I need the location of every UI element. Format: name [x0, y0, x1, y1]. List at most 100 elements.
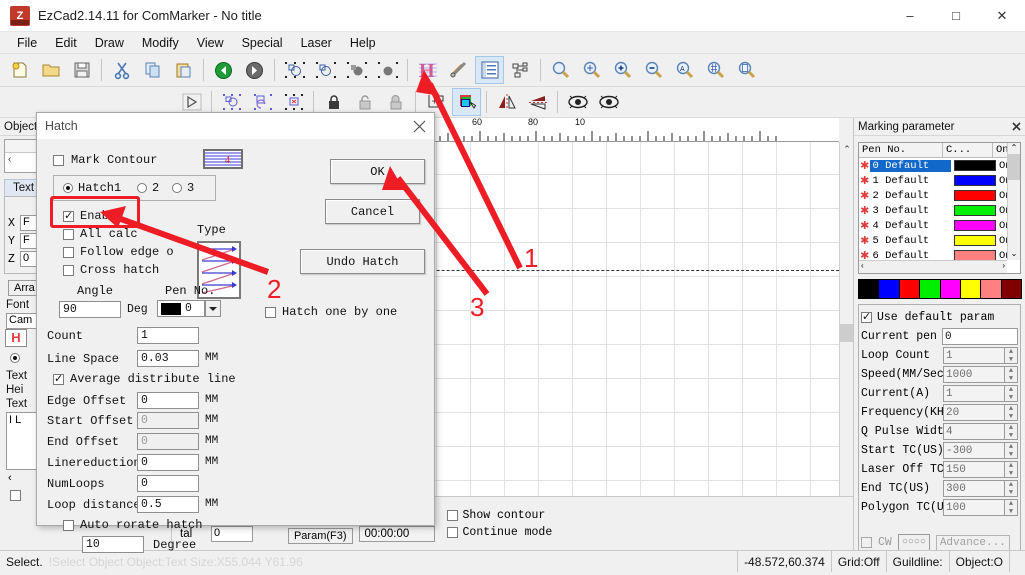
spinner-icon[interactable]: ▲▼ [1005, 385, 1018, 402]
hatch1-radio-row[interactable]: Hatch1 [63, 181, 121, 195]
pen-color-swatch[interactable] [954, 220, 996, 231]
hatch-one-by-one-checkbox[interactable] [265, 307, 276, 318]
total-count-input[interactable]: 0 [211, 526, 253, 542]
end-offset-input[interactable]: 0 [137, 433, 199, 450]
zoom-in-icon[interactable] [608, 56, 637, 84]
table-row[interactable]: ✱ 1 Default On [859, 173, 1020, 188]
close-button[interactable]: ✕ [979, 0, 1025, 31]
redo-icon[interactable] [240, 56, 269, 84]
param-end-tc[interactable]: End TC(US) 300 ▲▼ [861, 479, 1018, 498]
menu-draw[interactable]: Draw [86, 34, 133, 52]
loop-distance-input[interactable]: 0.5 [137, 496, 199, 513]
zoom-icon[interactable] [546, 56, 575, 84]
continue-mode-checkbox[interactable] [447, 527, 458, 538]
menu-special[interactable]: Special [233, 34, 292, 52]
text-mode-radio[interactable] [10, 353, 20, 363]
pen-vscroll-thumb[interactable] [1008, 154, 1020, 180]
advance-button[interactable]: Advance... [936, 535, 1010, 551]
zoom-pan-icon[interactable] [577, 56, 606, 84]
param-speed[interactable]: Speed(MM/Second 1000 ▲▼ [861, 365, 1018, 384]
use-default-param-row[interactable]: Use default param [861, 308, 1018, 327]
spinner-icon[interactable]: ▲▼ [1005, 499, 1018, 516]
show-contour-checkbox[interactable] [447, 510, 458, 521]
param-frequency[interactable]: Frequency(KHz) 20 ▲▼ [861, 403, 1018, 422]
spinner-icon[interactable]: ▲▼ [1005, 442, 1018, 459]
param-value[interactable]: 1000 [943, 366, 1005, 383]
zoom-out-icon[interactable] [639, 56, 668, 84]
hatch-one-by-one-row[interactable]: Hatch one by one [265, 305, 397, 319]
param-current-pen[interactable]: Current pen 0 [861, 327, 1018, 346]
hatch2-radio-row[interactable]: 2 [137, 181, 159, 195]
cw-checkbox[interactable] [861, 537, 872, 548]
mark-contour-checkbox[interactable] [53, 155, 64, 166]
new-file-icon[interactable] [5, 56, 34, 84]
undo-icon[interactable] [209, 56, 238, 84]
start-offset-input[interactable]: 0 [137, 412, 199, 429]
auto-rotate-checkbox[interactable] [63, 520, 74, 531]
hatch2-radio[interactable] [137, 183, 147, 193]
enable-checkbox[interactable] [63, 211, 74, 222]
hatch-icon[interactable]: H [413, 56, 442, 84]
param-polygon-tc[interactable]: Polygon TC(US) 100 ▲▼ [861, 498, 1018, 517]
pen-no-select[interactable]: 0 [157, 300, 205, 317]
ok-button[interactable]: OK [330, 159, 425, 184]
param-value[interactable]: 20 [943, 404, 1005, 421]
hatch3-radio-row[interactable]: 3 [172, 181, 194, 195]
palette-swatch-yellow[interactable] [960, 279, 981, 299]
angle-input[interactable]: 90 [59, 301, 121, 318]
zoom-page-icon[interactable] [732, 56, 761, 84]
preview-all-icon[interactable] [594, 88, 623, 116]
wobble-icon[interactable]: ○○○○ [898, 534, 930, 551]
tools-icon[interactable] [444, 56, 473, 84]
param-value[interactable]: 300 [943, 480, 1005, 497]
palette-swatch-green[interactable] [919, 279, 940, 299]
param-start-tc[interactable]: Start TC(US) -300 ▲▼ [861, 441, 1018, 460]
cut-icon[interactable] [107, 56, 136, 84]
group-icon[interactable] [280, 56, 309, 84]
fill-color-icon[interactable] [452, 88, 481, 116]
param-current[interactable]: Current(A) 1 ▲▼ [861, 384, 1018, 403]
pen-scroll-right[interactable]: › [1002, 261, 1007, 270]
line-space-input[interactable]: 0.03 [137, 350, 199, 367]
undo-hatch-button[interactable]: Undo Hatch [300, 249, 425, 274]
palette-swatch-maroon[interactable] [1001, 279, 1022, 299]
param-button[interactable]: Param(F3) [288, 528, 353, 544]
linereduction-input[interactable]: 0 [137, 454, 199, 471]
spinner-icon[interactable]: ▲▼ [1005, 480, 1018, 497]
palette-swatch-magenta[interactable] [940, 279, 961, 299]
mirror-vertical-icon[interactable] [523, 88, 552, 116]
cross-hatch-checkbox[interactable] [63, 265, 74, 276]
cross-hatch-row[interactable]: Cross hatch [63, 263, 159, 277]
follow-edge-row[interactable]: Follow edge o [63, 245, 174, 259]
hatch3-radio[interactable] [172, 183, 182, 193]
table-row[interactable]: ✱ 2 Default On [859, 188, 1020, 203]
count-input[interactable]: 1 [137, 327, 199, 344]
preview-icon[interactable] [563, 88, 592, 116]
numloops-input[interactable]: 0 [137, 475, 199, 492]
resize-grip[interactable] [1009, 551, 1025, 572]
param-value[interactable]: 100 [943, 499, 1005, 516]
menu-edit[interactable]: Edit [46, 34, 86, 52]
pen-color-swatch[interactable] [954, 235, 996, 246]
spinner-icon[interactable]: ▲▼ [1005, 461, 1018, 478]
left-panel-checkbox[interactable] [10, 490, 21, 501]
menu-view[interactable]: View [188, 34, 233, 52]
param-value[interactable]: 1 [943, 347, 1005, 364]
degree-input[interactable]: 10 [82, 536, 144, 553]
average-distribute-row[interactable]: Average distribute line [53, 372, 236, 386]
mark-contour-preview-icon[interactable]: 4 [203, 149, 243, 169]
pen-scroll-left[interactable]: ‹ [859, 261, 864, 270]
zoom-grid-icon[interactable] [701, 56, 730, 84]
palette-swatch-black[interactable] [858, 279, 879, 299]
continue-mode-row[interactable]: Continue mode [447, 526, 553, 539]
zoom-all-icon[interactable]: A [670, 56, 699, 84]
paste-icon[interactable] [169, 56, 198, 84]
open-folder-icon[interactable] [36, 56, 65, 84]
edge-offset-input[interactable]: 0 [137, 392, 199, 409]
palette-swatch-blue[interactable] [878, 279, 899, 299]
spinner-icon[interactable]: ▲▼ [1005, 423, 1018, 440]
table-row[interactable]: ✱ 4 Default On [859, 218, 1020, 233]
param-value[interactable]: 1 [943, 385, 1005, 402]
table-row[interactable]: ✱ 3 Default On [859, 203, 1020, 218]
object-list-icon[interactable] [475, 56, 504, 84]
